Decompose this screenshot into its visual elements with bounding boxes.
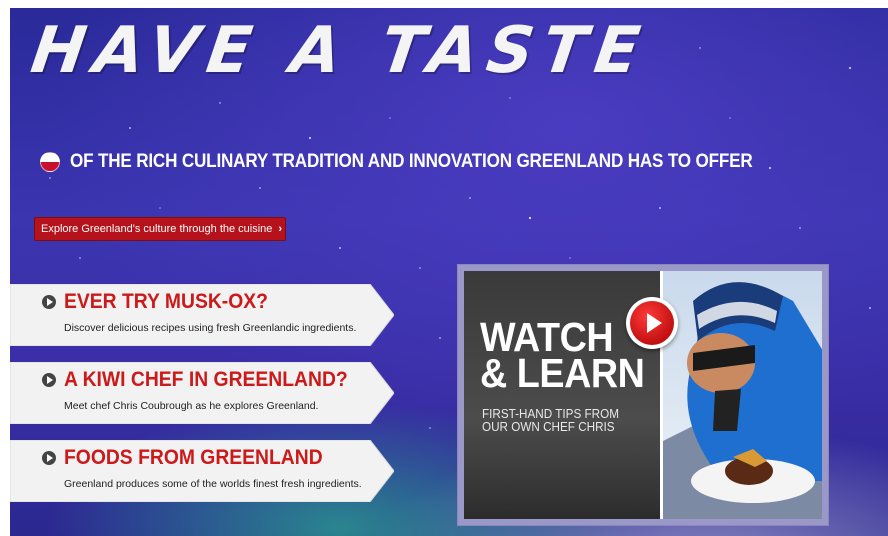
card-musk-ox[interactable]: EVER TRY MUSK-OX? Discover delicious rec… <box>10 284 394 346</box>
card-description: Meet chef Chris Coubrough as he explores… <box>64 400 319 412</box>
card-title: FOODS FROM GREENLAND <box>64 446 323 469</box>
hero-banner: HAVE A TASTE OF THE RICH CULINARY TRADIT… <box>10 8 888 536</box>
chevron-right-icon: › <box>278 223 283 235</box>
video-panel[interactable]: WATCH & LEARN FIRST-HAND TIPS FROM OUR O… <box>457 264 829 526</box>
video-play-button[interactable] <box>626 297 678 349</box>
play-icon <box>42 373 56 387</box>
subline: OF THE RICH CULINARY TRADITION AND INNOV… <box>40 151 828 173</box>
explore-culture-label: Explore Greenland's culture through the … <box>41 223 273 235</box>
card-kiwi-chef[interactable]: A KIWI CHEF IN GREENLAND? Meet chef Chri… <box>10 362 394 424</box>
play-icon <box>630 301 674 345</box>
play-icon <box>42 451 56 465</box>
card-description: Greenland produces some of the worlds fi… <box>64 478 362 490</box>
chef-photo-illustration <box>663 271 822 519</box>
card-description: Discover delicious recipes using fresh G… <box>64 322 357 334</box>
card-title: A KIWI CHEF IN GREENLAND? <box>64 368 348 391</box>
chef-photo <box>660 271 822 519</box>
page-headline: HAVE A TASTE <box>26 14 653 88</box>
card-title: EVER TRY MUSK-OX? <box>64 290 268 313</box>
greenland-flag-icon <box>40 152 60 172</box>
card-foods[interactable]: FOODS FROM GREENLAND Greenland produces … <box>10 440 394 502</box>
subline-text: OF THE RICH CULINARY TRADITION AND INNOV… <box>70 151 753 172</box>
play-icon <box>42 295 56 309</box>
video-heading: WATCH & LEARN <box>480 314 645 396</box>
video-tagline: FIRST-HAND TIPS FROM OUR OWN CHEF CHRIS <box>482 406 619 434</box>
explore-culture-button[interactable]: Explore Greenland's culture through the … <box>34 217 286 241</box>
